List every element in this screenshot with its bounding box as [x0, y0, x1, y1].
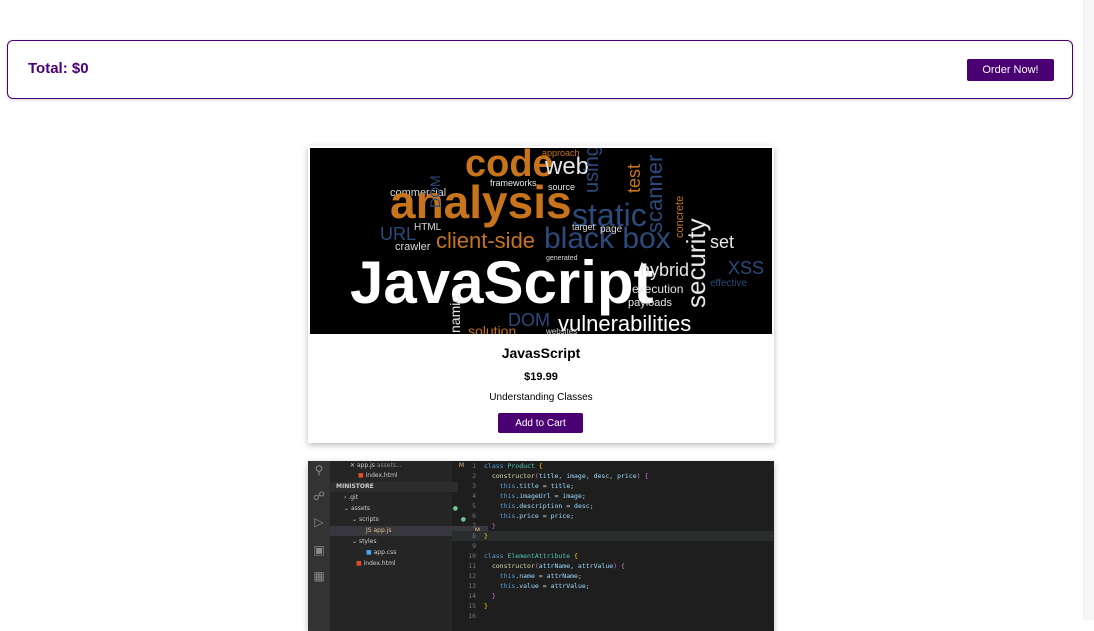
code-line: 6 this.price = price; — [472, 512, 575, 520]
order-now-button[interactable]: Order Now! — [967, 59, 1054, 81]
svg-text:namic: namic — [447, 296, 463, 333]
remote-explorer-icon: ▣ — [313, 543, 325, 557]
code-line: 13 this.value = attrValue; — [468, 582, 590, 590]
code-line: 7 } — [472, 522, 496, 530]
add-to-cart-button[interactable]: Add to Cart — [498, 413, 583, 433]
svg-text:test: test — [624, 164, 644, 193]
product-card: commercial analysis code web source fram… — [308, 146, 774, 443]
open-editor-item: ✕ app.js assets... M — [350, 462, 464, 469]
svg-text:vulnerabilities: vulnerabilities — [558, 311, 691, 334]
svg-text:source: source — [548, 182, 575, 192]
svg-text:XSS: XSS — [728, 258, 764, 278]
code-area: 1 class Product { 2 constructor(title, im… — [452, 461, 774, 631]
source-control-icon: ☍ — [312, 489, 326, 503]
cart-summary-bar: Total: $0 Order Now! — [7, 40, 1073, 99]
svg-text:payloads: payloads — [628, 297, 673, 309]
product-title: JavasScript — [501, 345, 581, 361]
code-editor-screenshot: ⚲ ☍ ▷ ▣ ▦ ✕ app.js assets... M ■ index.ht… — [308, 461, 774, 631]
run-debug-icon: ▷ — [314, 515, 324, 529]
code-line: 12 this.name = attrName; — [468, 572, 582, 580]
code-line: 2 constructor(title, image, desc, price)… — [472, 472, 649, 480]
code-line: 14 } — [468, 592, 496, 600]
code-line: 5 this.description = desc; — [472, 502, 594, 510]
editor-activity-bar: ⚲ ☍ ▷ ▣ ▦ — [308, 461, 330, 631]
svg-text:websites: websites — [545, 327, 577, 334]
file-explorer: ✕ app.js assets... M ■ index.html MINISTO… — [330, 461, 488, 631]
code-line: 9 — [472, 542, 476, 550]
code-line: 10 class ElementAttribute { — [468, 552, 578, 560]
tree-item: › .git — [344, 494, 359, 501]
explorer-section-header: MINISTORE — [330, 482, 458, 492]
svg-text:frameworks: frameworks — [490, 178, 537, 188]
javascript-word-cloud-image: commercial analysis code web source fram… — [310, 148, 772, 334]
svg-text:page: page — [600, 224, 623, 235]
search-icon: ⚲ — [314, 463, 324, 477]
code-line: 3 this.title = title; — [472, 482, 575, 490]
svg-text:DOM: DOM — [508, 310, 550, 330]
code-line: 15} — [468, 602, 488, 610]
svg-text:effective: effective — [710, 278, 747, 289]
svg-text:set: set — [710, 232, 734, 252]
code-line: 1 class Product { — [472, 462, 543, 470]
svg-text:generated: generated — [546, 255, 578, 262]
svg-text:execution: execution — [632, 282, 683, 296]
cart-total: Total: $0 — [28, 60, 89, 77]
svg-text:HTML: HTML — [414, 222, 442, 233]
code-line: 8} — [452, 531, 774, 541]
extensions-icon: ▦ — [313, 569, 325, 583]
product-price: $19.99 — [524, 371, 558, 383]
svg-text:target: target — [572, 222, 596, 232]
svg-text:approach: approach — [542, 148, 580, 158]
svg-text:scanner: scanner — [642, 155, 667, 233]
code-line: 4 this.imageUrl = image; — [472, 492, 586, 500]
code-line: 11 constructor(attrName, attrValue) { — [468, 562, 625, 570]
product-image: commercial analysis code web source fram… — [310, 148, 772, 334]
page-scrollbar[interactable] — [1083, 0, 1094, 620]
product-description: Understanding Classes — [489, 392, 593, 403]
svg-text:using: using — [581, 148, 603, 193]
tree-item: ⌄ assets ● — [344, 505, 458, 512]
product-card: ⚲ ☍ ▷ ▣ ▦ ✕ app.js assets... M ■ index.ht… — [308, 461, 774, 631]
svg-text:concrete: concrete — [674, 196, 686, 238]
svg-text:DOM: DOM — [427, 175, 443, 208]
svg-text:JavaScript: JavaScript — [350, 249, 654, 316]
